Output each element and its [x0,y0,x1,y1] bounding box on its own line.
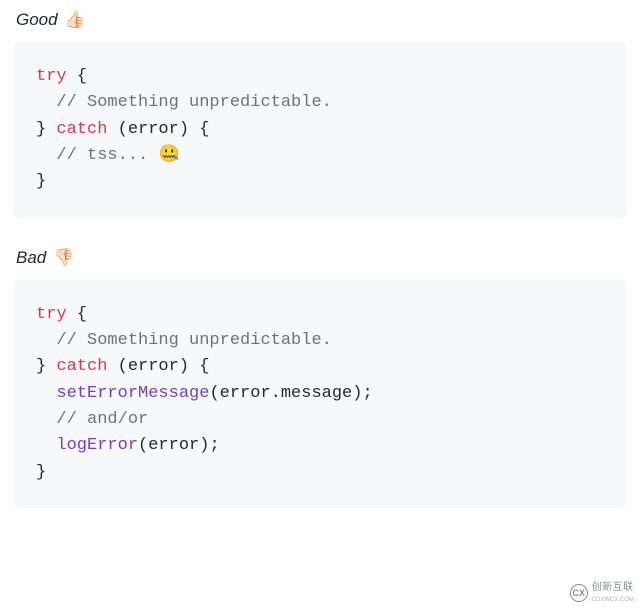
thumbs-down-icon: 👎🏻 [53,248,74,267]
comment: // tss... [56,146,158,165]
brace: } [36,463,46,482]
comment: // Something unpredictable. [56,331,331,350]
section-title-good: Good 👍🏻 [16,10,624,30]
watermark-text: 创新互联 CDXWCX.COM [592,582,634,604]
kw-catch: catch [56,120,107,139]
code-block-good: try { // Something unpredictable. } catc… [14,42,626,218]
brace: } [36,172,46,191]
brace: { [67,305,87,324]
kw-catch: catch [56,357,107,376]
catch-args: (error) { [107,120,209,139]
brace: } [36,120,56,139]
comment: // and/or [56,410,148,429]
comment: // Something unpredictable. [56,93,331,112]
watermark-logo-icon: CX [570,584,588,602]
call-args: (error); [138,436,220,455]
section-title-bad: Bad 👎🏻 [16,248,624,268]
watermark-en: CDXWCX.COM [592,597,634,603]
document-root: Good 👍🏻 try { // Something unpredictable… [0,0,640,524]
watermark: CX 创新互联 CDXWCX.COM [570,582,634,604]
shush-emoji-icon: 🤐 [158,146,179,165]
code-block-bad: try { // Something unpredictable. } catc… [14,280,626,508]
fn-setErrorMessage: setErrorMessage [56,384,209,403]
brace: { [67,67,87,86]
fn-logError: logError [56,436,138,455]
brace: } [36,357,56,376]
section-label: Good [16,10,58,29]
section-label: Bad [16,248,46,267]
kw-try: try [36,67,67,86]
watermark-cn: 创新互联 [592,582,634,593]
kw-try: try [36,305,67,324]
thumbs-up-icon: 👍🏻 [64,10,85,29]
call-args: (error.message); [209,384,372,403]
catch-args: (error) { [107,357,209,376]
